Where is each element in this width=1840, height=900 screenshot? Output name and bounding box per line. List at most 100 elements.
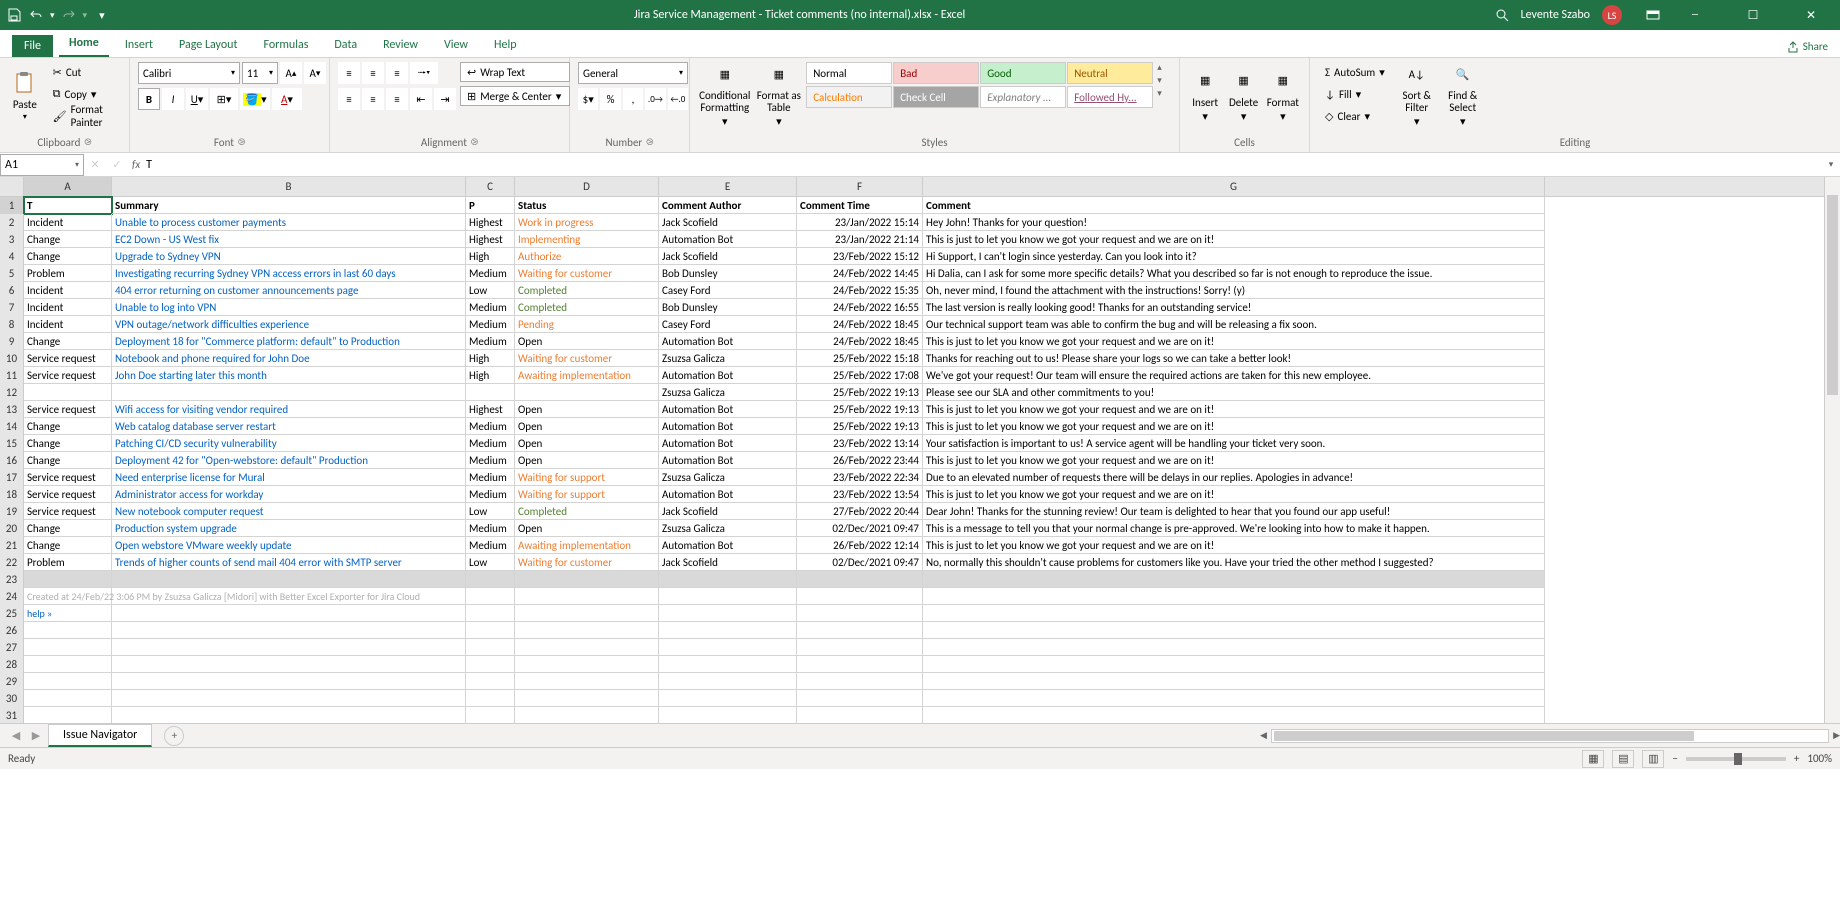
- cell-author[interactable]: Automation Bot: [659, 401, 797, 418]
- select-all-corner[interactable]: [0, 177, 24, 197]
- cell[interactable]: [515, 639, 659, 656]
- cell[interactable]: [923, 639, 1545, 656]
- cell-priority[interactable]: Low: [466, 503, 515, 520]
- cell-priority[interactable]: Medium: [466, 520, 515, 537]
- wrap-text-button[interactable]: ↩ Wrap Text: [460, 62, 570, 82]
- cell[interactable]: [515, 707, 659, 723]
- cell-status[interactable]: Completed: [515, 503, 659, 520]
- cell-summary[interactable]: Trends of higher counts of send mail 404…: [112, 554, 466, 571]
- row-header[interactable]: 22: [0, 554, 24, 571]
- style-followed-hyperlink[interactable]: Followed Hy...: [1067, 86, 1153, 108]
- hscroll-right-icon[interactable]: ▶: [1833, 730, 1840, 741]
- cell[interactable]: [112, 588, 466, 605]
- cell-comment[interactable]: Oh, never mind, I found the attachment w…: [923, 282, 1545, 299]
- add-sheet-button[interactable]: +: [164, 726, 184, 746]
- row-header[interactable]: 19: [0, 503, 24, 520]
- cell-comment[interactable]: Please see our SLA and other commitments…: [923, 384, 1545, 401]
- row-header[interactable]: 31: [0, 707, 24, 723]
- header-p[interactable]: P: [466, 197, 515, 214]
- cell-time[interactable]: 23/Jan/2022 15:14: [797, 214, 923, 231]
- zoom-slider[interactable]: [1686, 757, 1786, 761]
- cell[interactable]: [466, 656, 515, 673]
- align-middle-icon[interactable]: ≡: [362, 62, 384, 84]
- cell-time[interactable]: 24/Feb/2022 15:35: [797, 282, 923, 299]
- cell-time[interactable]: 23/Feb/2022 15:12: [797, 248, 923, 265]
- find-select-button[interactable]: 🔍Find & Select▾: [1442, 62, 1484, 128]
- cell[interactable]: [923, 571, 1545, 588]
- cell-time[interactable]: 25/Feb/2022 15:18: [797, 350, 923, 367]
- fill-button[interactable]: ↓ Fill ▾: [1318, 84, 1392, 104]
- cell-time[interactable]: 25/Feb/2022 19:13: [797, 418, 923, 435]
- cell-type[interactable]: Problem: [24, 554, 112, 571]
- cell-priority[interactable]: Medium: [466, 537, 515, 554]
- cell-time[interactable]: 26/Feb/2022 23:44: [797, 452, 923, 469]
- delete-cells-button[interactable]: ▦Delete▾: [1226, 62, 1260, 128]
- cell-summary[interactable]: Production system upgrade: [112, 520, 466, 537]
- cell-summary[interactable]: [112, 384, 466, 401]
- cell-status[interactable]: [515, 384, 659, 401]
- cell-summary[interactable]: Web catalog database server restart: [112, 418, 466, 435]
- cell-priority[interactable]: [466, 384, 515, 401]
- cell-author[interactable]: Automation Bot: [659, 367, 797, 384]
- cell-summary[interactable]: Investigating recurring Sydney VPN acces…: [112, 265, 466, 282]
- cell-priority[interactable]: Highest: [466, 214, 515, 231]
- cell-time[interactable]: 24/Feb/2022 14:45: [797, 265, 923, 282]
- tab-review[interactable]: Review: [373, 33, 428, 57]
- cell-summary[interactable]: 404 error returning on customer announce…: [112, 282, 466, 299]
- row-header[interactable]: 4: [0, 248, 24, 265]
- comma-icon[interactable]: ,: [623, 88, 643, 110]
- cell[interactable]: [112, 673, 466, 690]
- cell[interactable]: [24, 639, 112, 656]
- row-header[interactable]: 27: [0, 639, 24, 656]
- row-header[interactable]: 5: [0, 265, 24, 282]
- col-g[interactable]: G: [923, 177, 1545, 196]
- cancel-icon[interactable]: ✕: [84, 158, 106, 171]
- row-header[interactable]: 17: [0, 469, 24, 486]
- row-header[interactable]: 7: [0, 299, 24, 316]
- cell-status[interactable]: Completed: [515, 299, 659, 316]
- underline-button[interactable]: U▾: [186, 88, 208, 110]
- cell-summary[interactable]: Unable to process customer payments: [112, 214, 466, 231]
- cell-priority[interactable]: Medium: [466, 333, 515, 350]
- cell[interactable]: [112, 690, 466, 707]
- align-bottom-icon[interactable]: ≡: [386, 62, 408, 84]
- cell-comment[interactable]: No, normally this shouldn't cause proble…: [923, 554, 1545, 571]
- row-header[interactable]: 8: [0, 316, 24, 333]
- tab-file[interactable]: File: [12, 35, 53, 57]
- tab-insert[interactable]: Insert: [115, 33, 163, 57]
- cell[interactable]: [659, 622, 797, 639]
- cell-summary[interactable]: Wifi access for visiting vendor required: [112, 401, 466, 418]
- page-layout-view-icon[interactable]: ▤: [1612, 750, 1634, 768]
- cell-type[interactable]: Change: [24, 231, 112, 248]
- cell-status[interactable]: Waiting for support: [515, 469, 659, 486]
- ribbon-display-icon[interactable]: [1646, 8, 1660, 22]
- cell[interactable]: [466, 707, 515, 723]
- cell[interactable]: [466, 673, 515, 690]
- accounting-icon[interactable]: $▾: [578, 88, 598, 110]
- cell-status[interactable]: Waiting for customer: [515, 265, 659, 282]
- sheet-tab-active[interactable]: Issue Navigator: [48, 724, 152, 747]
- cell-summary[interactable]: Need enterprise license for Mural: [112, 469, 466, 486]
- style-explanatory[interactable]: Explanatory ...: [980, 86, 1066, 108]
- tab-view[interactable]: View: [434, 33, 478, 57]
- cell[interactable]: [24, 622, 112, 639]
- cell-status[interactable]: Awaiting implementation: [515, 537, 659, 554]
- cell[interactable]: [112, 571, 466, 588]
- row-header[interactable]: 23: [0, 571, 24, 588]
- cell-author[interactable]: Bob Dunsley: [659, 299, 797, 316]
- cell-author[interactable]: Bob Dunsley: [659, 265, 797, 282]
- font-size-dropdown[interactable]: 11▾: [242, 62, 278, 84]
- cell-status[interactable]: Open: [515, 401, 659, 418]
- row-header[interactable]: 2: [0, 214, 24, 231]
- cell-type[interactable]: Incident: [24, 316, 112, 333]
- cell-status[interactable]: Pending: [515, 316, 659, 333]
- cell-priority[interactable]: Highest: [466, 401, 515, 418]
- cell[interactable]: [515, 656, 659, 673]
- cut-button[interactable]: ✂ Cut: [46, 62, 121, 82]
- row-header[interactable]: 16: [0, 452, 24, 469]
- cell-type[interactable]: Change: [24, 520, 112, 537]
- cell-time[interactable]: 26/Feb/2022 12:14: [797, 537, 923, 554]
- cell-summary[interactable]: EC2 Down - US West fix: [112, 231, 466, 248]
- formula-input[interactable]: T: [140, 158, 1822, 172]
- row-header[interactable]: 3: [0, 231, 24, 248]
